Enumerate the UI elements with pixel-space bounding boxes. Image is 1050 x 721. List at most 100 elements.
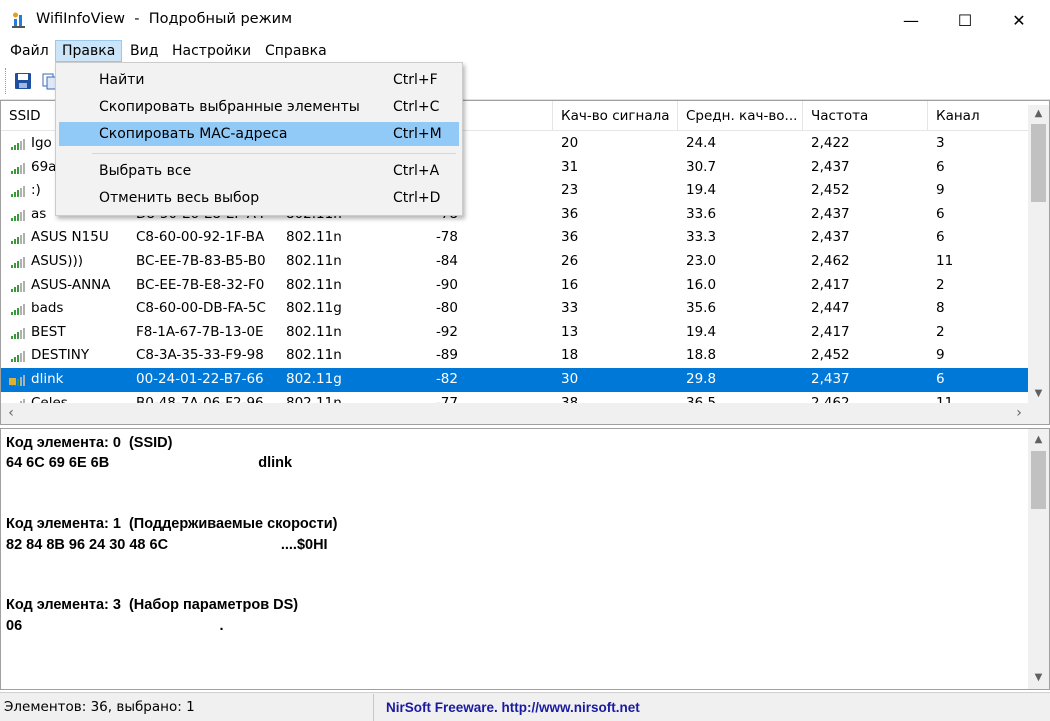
signal-strength-icon xyxy=(11,257,25,268)
cell-channel: 6 xyxy=(936,205,945,222)
cell-quality: 23 xyxy=(561,182,579,199)
signal-strength-icon xyxy=(11,280,25,292)
cell-quality: 30 xyxy=(561,371,579,387)
cell-rssi: -84 xyxy=(435,253,458,269)
cell-phy: 802.11n xyxy=(286,229,342,246)
column-header-quality[interactable]: Кач-во сигнала xyxy=(553,101,678,131)
column-header-avg-quality[interactable]: Средн. кач-во... xyxy=(678,101,803,131)
cell-avg: 19.4 xyxy=(686,182,717,199)
table-row[interactable]: BEST F8-1A-67-7B-13-0E 802.11n -92 13 19.4 2,4… xyxy=(1,321,1028,345)
signal-strength-icon xyxy=(11,209,25,221)
close-button[interactable]: ✕ xyxy=(996,0,1042,40)
cell-freq: 2,437 xyxy=(811,205,850,222)
cell-avg: 18.8 xyxy=(686,347,717,364)
detail-line: Код элемента: 3 (Набор параметров DS) xyxy=(6,597,299,614)
scroll-left-arrow[interactable]: ‹ xyxy=(1,403,21,424)
detail-scroll-down-arrow[interactable]: ▼ xyxy=(1028,669,1049,686)
cell-mac: C8-3A-35-33-F9-98 xyxy=(136,347,264,364)
cell-freq: 2,462 xyxy=(811,253,850,269)
cell-phy: 802.11n xyxy=(286,276,342,293)
detail-line: 64 6C 69 6E 6B dlink xyxy=(6,455,293,472)
list-horizontal-scrollbar[interactable]: ‹ › xyxy=(1,403,1049,424)
cell-quality: 13 xyxy=(561,323,579,340)
cell-ssid: BEST xyxy=(31,323,66,340)
cell-rssi: -90 xyxy=(435,276,458,293)
menu-help[interactable]: Справка xyxy=(259,40,333,62)
cell-channel: 9 xyxy=(936,182,945,199)
cell-ssid: ASUS-ANNA xyxy=(31,276,111,293)
cell-avg: 24.4 xyxy=(686,135,717,151)
menu-view[interactable]: Вид xyxy=(124,40,164,62)
detail-scroll-thumb[interactable] xyxy=(1031,451,1046,509)
cell-ssid: DESTINY xyxy=(31,347,90,364)
table-row[interactable]: bads C8-60-00-DB-FA-5C 802.11g -80 33 35.6 2,4… xyxy=(1,297,1028,321)
cell-rssi: -89 xyxy=(435,347,458,364)
detail-line: Код элемента: 0 (SSID) xyxy=(6,435,173,451)
cell-mac: BC-EE-7B-E8-32-F0 xyxy=(136,276,265,293)
menu-item-label: Скопировать выбранные элементы xyxy=(99,99,360,115)
maximize-button[interactable]: ☐ xyxy=(942,0,988,40)
cell-phy: 802.11n xyxy=(286,347,342,364)
menu-item-shortcut: Ctrl+C xyxy=(393,99,440,115)
menu-settings[interactable]: Настройки xyxy=(166,40,257,62)
cell-channel: 9 xyxy=(936,347,945,364)
cell-mac: F8-1A-67-7B-13-0E xyxy=(136,323,264,340)
cell-phy: 802.11n xyxy=(286,323,342,340)
table-row[interactable]: DESTINY C8-3A-35-33-F9-98 802.11n -89 18 18.8… xyxy=(1,344,1028,368)
table-row[interactable]: dlink 00-24-01-22-B7-66 802.11g -82 30 29.8 2,… xyxy=(1,368,1028,392)
element-detail-pane[interactable]: ▲ ▼ Код элемента: 0 (SSID) 64 6C 69 6E 6B… xyxy=(0,428,1050,690)
menu-file[interactable]: Файл xyxy=(4,40,55,62)
menu-item-shortcut: Ctrl+F xyxy=(393,72,438,88)
table-row[interactable]: ASUS-ANNA BC-EE-7B-E8-32-F0 802.11n -90 16 16… xyxy=(1,274,1028,298)
cell-quality: 26 xyxy=(561,253,579,269)
cell-freq: 2,437 xyxy=(811,371,850,387)
maximize-icon: ☐ xyxy=(957,10,973,30)
menu-item-find[interactable]: Найти Ctrl+F xyxy=(59,68,459,92)
menu-item-label: Отменить весь выбор xyxy=(99,190,260,206)
column-header-frequency[interactable]: Частота xyxy=(803,101,928,131)
column-header-channel[interactable]: Канал xyxy=(928,101,1031,131)
save-icon[interactable] xyxy=(13,71,33,91)
cell-mac: BC-EE-7B-83-B5-B0 xyxy=(136,253,266,269)
detail-vertical-scrollbar[interactable]: ▲ ▼ xyxy=(1028,429,1049,689)
title-bar: WifiInfoView - Подробный режим — ☐ ✕ xyxy=(0,0,1050,40)
status-item-count: Элементов: 36, выбрано: 1 xyxy=(0,694,374,721)
menu-item-select-all[interactable]: Выбрать все Ctrl+A xyxy=(59,159,459,183)
scroll-up-arrow[interactable]: ▲ xyxy=(1028,105,1049,122)
menu-item-deselect-all[interactable]: Отменить весь выбор Ctrl+D xyxy=(59,186,459,210)
cell-mac: C8-60-00-DB-FA-5C xyxy=(136,300,266,317)
scroll-down-arrow[interactable]: ▼ xyxy=(1028,385,1049,402)
cell-rssi: -80 xyxy=(435,300,458,317)
menu-edit[interactable]: Правка xyxy=(55,40,123,62)
minimize-button[interactable]: — xyxy=(888,0,934,40)
cell-quality: 33 xyxy=(561,300,579,317)
table-row[interactable]: ASUS N15U C8-60-00-92-1F-BA 802.11n -78 36 33… xyxy=(1,226,1028,250)
cell-freq: 2,417 xyxy=(811,323,850,340)
menu-item-copy-mac[interactable]: Скопировать MAC-адреса Ctrl+M xyxy=(59,122,459,146)
cell-freq: 2,437 xyxy=(811,229,850,246)
table-row[interactable]: ASUS))) BC-EE-7B-83-B5-B0 802.11n -84 26 23.0… xyxy=(1,250,1028,274)
scroll-thumb[interactable] xyxy=(1031,124,1046,202)
menu-item-label: Скопировать MAC-адреса xyxy=(99,126,288,142)
toolbar-grip[interactable] xyxy=(5,68,7,94)
status-credits-link[interactable]: NirSoft Freeware. http://www.nirsoft.net xyxy=(386,694,640,721)
detail-scroll-up-arrow[interactable]: ▲ xyxy=(1028,431,1049,448)
cell-ssid: ASUS))) xyxy=(31,253,84,269)
menu-item-shortcut: Ctrl+D xyxy=(393,190,441,206)
cell-rssi: -78 xyxy=(435,229,458,246)
list-vertical-scrollbar[interactable]: ▲ ▼ xyxy=(1028,105,1049,405)
menu-item-copy-selected[interactable]: Скопировать выбранные элементы Ctrl+C xyxy=(59,95,459,119)
cell-mac: 00-24-01-22-B7-66 xyxy=(136,371,264,387)
cell-quality: 36 xyxy=(561,229,579,246)
cell-quality: 18 xyxy=(561,347,579,364)
cell-freq: 2,452 xyxy=(811,182,850,199)
cell-quality: 16 xyxy=(561,276,579,293)
cell-channel: 3 xyxy=(936,135,945,151)
detail-line: 06 . xyxy=(6,617,224,634)
menu-item-shortcut: Ctrl+A xyxy=(393,163,440,179)
status-bar: Элементов: 36, выбрано: 1 NirSoft Freewa… xyxy=(0,692,1050,721)
scroll-right-arrow[interactable]: › xyxy=(1009,403,1029,424)
cell-channel: 6 xyxy=(936,371,945,387)
cell-phy: 802.11g xyxy=(286,371,342,387)
detail-line: Код элемента: 1 (Поддерживаемые скорости… xyxy=(6,516,338,533)
